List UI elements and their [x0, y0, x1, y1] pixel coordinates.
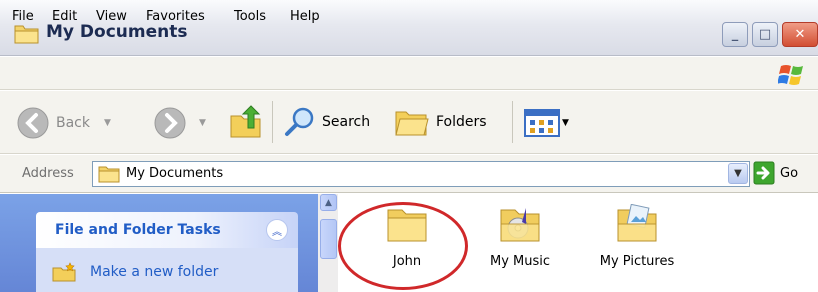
toolbar-separator: [512, 101, 513, 143]
collapse-button[interactable]: ︽: [266, 219, 288, 241]
maximize-icon: □: [758, 27, 772, 42]
menu-edit[interactable]: Edit: [52, 9, 77, 24]
window-title: My Documents: [46, 22, 188, 42]
search-label: Search: [322, 114, 371, 130]
chevron-up-icon: ︽: [272, 226, 282, 238]
minimize-button[interactable]: _: [722, 22, 748, 47]
scroll-up-button[interactable]: ▲: [320, 194, 337, 211]
address-label: Address: [22, 166, 74, 181]
windows-logo-icon: [778, 65, 803, 85]
chevron-down-icon[interactable]: ▼: [562, 118, 569, 128]
go-button[interactable]: Go: [780, 166, 798, 181]
folders-label: Folders: [436, 114, 487, 130]
chevron-up-icon: ▲: [325, 197, 332, 208]
toolbar-separator: [272, 101, 273, 143]
pictures-folder-icon: [617, 204, 657, 242]
file-item-my-music[interactable]: My Music: [480, 204, 560, 269]
search-button[interactable]: Search: [284, 106, 370, 138]
close-icon: ✕: [794, 27, 806, 42]
file-item-john[interactable]: John: [372, 204, 442, 269]
search-icon: [285, 107, 314, 136]
scroll-thumb[interactable]: [320, 219, 337, 259]
back-label: Back: [56, 115, 90, 131]
file-label: My Music: [489, 254, 551, 269]
chevron-down-icon[interactable]: ▼: [199, 118, 206, 128]
file-item-my-pictures[interactable]: My Pictures: [592, 204, 682, 269]
task-make-new-folder[interactable]: Make a new folder: [90, 264, 218, 280]
minimize-icon: _: [731, 27, 739, 42]
up-folder-button[interactable]: [228, 104, 264, 140]
task-box-title: File and Folder Tasks: [55, 222, 221, 238]
menu-file[interactable]: File: [12, 9, 34, 24]
menu-favorites[interactable]: Favorites: [146, 9, 205, 24]
folder-icon: [387, 209, 427, 242]
file-label: John: [392, 254, 422, 269]
go-arrow-icon[interactable]: [753, 161, 775, 185]
views-icon: [524, 109, 560, 137]
back-button[interactable]: Back ▼: [16, 106, 111, 140]
folders-icon: [395, 111, 429, 136]
views-button[interactable]: ▼: [524, 109, 569, 137]
address-value[interactable]: My Documents: [126, 166, 223, 181]
up-folder-icon: [230, 105, 261, 138]
music-folder-icon: [500, 208, 540, 242]
chevron-down-icon: ▼: [734, 168, 742, 179]
maximize-button[interactable]: □: [752, 22, 778, 47]
close-button[interactable]: ✕: [782, 22, 818, 47]
menu-tools[interactable]: Tools: [234, 9, 266, 24]
back-arrow-icon: [17, 107, 49, 139]
address-dropdown-button[interactable]: ▼: [728, 163, 748, 184]
menu-bar: [0, 57, 818, 90]
menu-help[interactable]: Help: [290, 9, 320, 24]
new-folder-icon: [52, 262, 76, 282]
forward-button[interactable]: ▼: [153, 106, 206, 140]
file-label: My Pictures: [599, 254, 675, 269]
folder-icon: [14, 25, 39, 44]
menu-view[interactable]: View: [96, 9, 127, 24]
forward-arrow-icon: [154, 107, 186, 139]
folder-icon: [98, 166, 120, 183]
chevron-down-icon[interactable]: ▼: [104, 118, 111, 128]
folders-button[interactable]: Folders: [394, 106, 487, 138]
